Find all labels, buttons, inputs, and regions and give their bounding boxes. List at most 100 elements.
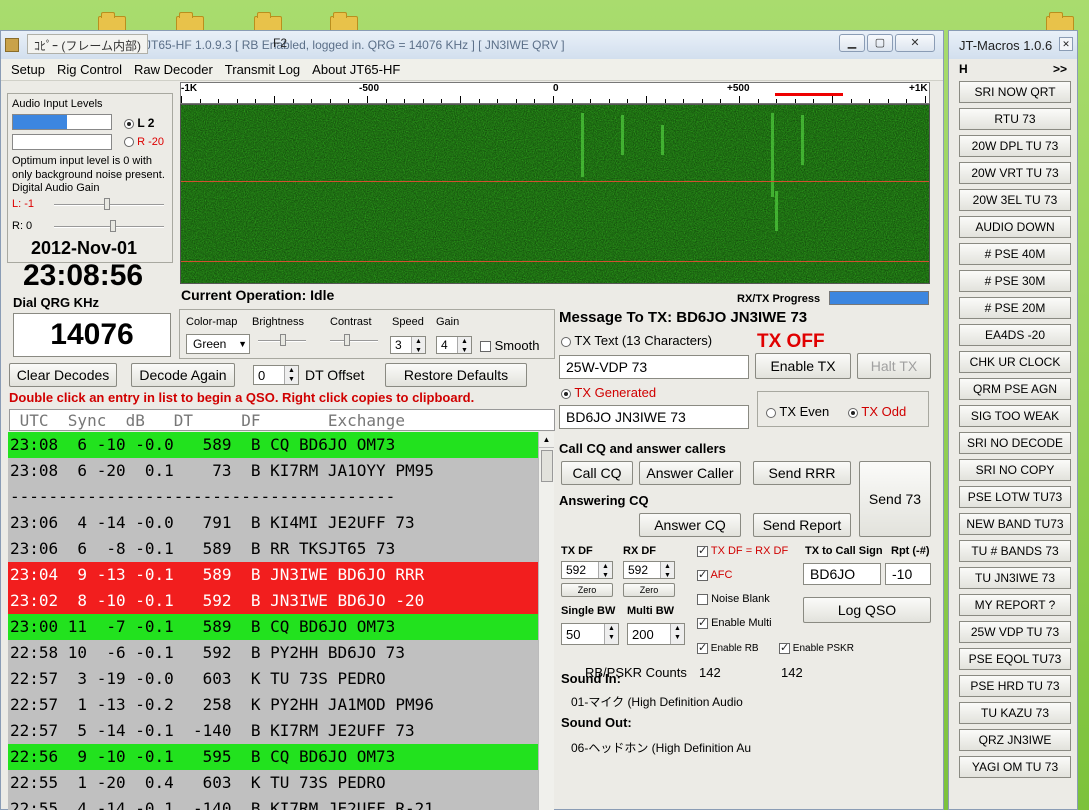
enable-multi-check[interactable] [697,616,708,629]
spinner-arrows-icon[interactable]: ▲ ▼ [411,337,425,354]
decode-row[interactable]: 22:57 3 -19 -0.0 603 K TU 73S PEDRO [8,666,538,692]
tx-generated-option[interactable]: TX Generated [561,385,656,400]
macro-button[interactable]: # PSE 20M [959,297,1071,319]
decode-row[interactable]: 23:00 11 -7 -0.1 589 B CQ BD6JO OM73 [8,614,538,640]
tx-even-option[interactable]: TX Even [766,404,829,419]
macro-button[interactable]: TU KAZU 73 [959,702,1071,724]
macro-button[interactable]: 20W VRT TU 73 [959,162,1071,184]
gain-r-thumb[interactable] [110,220,116,232]
answer-cq-button[interactable]: Answer CQ [639,513,741,537]
macro-button[interactable]: NEW BAND TU73 [959,513,1071,535]
decode-row[interactable]: 22:55 1 -20 0.4 603 K TU 73S PEDRO [8,770,538,796]
macro-button[interactable]: 20W DPL TU 73 [959,135,1071,157]
decode-list[interactable]: 23:08 6 -10 -0.0 589 B CQ BD6JO OM73 23:0… [8,432,538,810]
spinner-arrows-icon[interactable]: ▲ ▼ [670,624,684,644]
answer-caller-button[interactable]: Answer Caller [639,461,741,485]
tx-text-option[interactable]: TX Text (13 Characters) [561,333,712,348]
noise-blank-checkbox[interactable]: Noise Blank [697,593,770,605]
smooth-check[interactable] [480,341,491,353]
restore-defaults-button[interactable]: Restore Defaults [385,363,527,387]
macro-button[interactable]: SIG TOO WEAK [959,405,1071,427]
chevron-down-icon[interactable]: ▼ [238,339,247,349]
txdf-eq-rxdf-checkbox[interactable]: TX DF = RX DF [697,544,788,557]
macro-button[interactable]: 25W VDP TU 73 [959,621,1071,643]
macro-button[interactable]: # PSE 30M [959,270,1071,292]
speed-spinner[interactable]: 3 ▲ ▼ [390,336,426,354]
macro-button[interactable]: TU JN3IWE 73 [959,567,1071,589]
clear-decodes-button[interactable]: Clear Decodes [9,363,117,387]
noise-blank-check[interactable] [697,593,708,605]
enable-rb-checkbox[interactable]: Enable RB [697,641,759,654]
macro-button[interactable]: PSE EQOL TU73 [959,648,1071,670]
enable-rb-check[interactable] [697,641,708,654]
tx-generated-radio[interactable] [561,388,571,399]
capture-overlay-tab[interactable]: ｺﾋﾟｰ (フレーム内部) [27,34,148,54]
macro-button[interactable]: QRZ JN3IWE [959,729,1071,751]
contrast-slider[interactable] [330,340,378,342]
call-cq-button[interactable]: Call CQ [561,461,633,485]
smooth-checkbox[interactable]: Smooth [480,338,539,353]
macro-button[interactable]: SRI NO DECODE [959,432,1071,454]
tx-df-spinner[interactable]: 592 ▲ ▼ [561,561,613,579]
decode-row[interactable]: 22:55 4 -14 -0.1 -140 B KI7RM JE2UFF R-2… [8,796,538,810]
log-qso-button[interactable]: Log QSO [803,597,931,623]
macro-button[interactable]: EA4DS -20 [959,324,1071,346]
macro-button[interactable]: TU # BANDS 73 [959,540,1071,562]
macro-button[interactable]: SRI NOW QRT [959,81,1071,103]
tx-generated-field[interactable]: BD6JO JN3IWE 73 [559,405,749,429]
contrast-thumb[interactable] [344,334,350,346]
tx-call-sign-field[interactable]: BD6JO [803,563,881,585]
channel-r-radio[interactable] [124,137,134,148]
decode-row[interactable]: 23:06 4 -14 -0.0 791 B KI4MI JE2UFF 73 [8,510,538,536]
channel-l-radio[interactable] [124,118,134,129]
menu-item[interactable]: Rig Control [51,62,128,77]
scroll-thumb[interactable] [541,450,553,482]
maximize-button[interactable]: ▢ [867,34,893,52]
decode-row[interactable]: 22:56 9 -10 -0.1 595 B CQ BD6JO OM73 [8,744,538,770]
macro-button[interactable]: # PSE 40M [959,243,1071,265]
tx-odd-radio[interactable] [848,407,858,418]
single-bw-spinner[interactable]: 50 ▲ ▼ [561,623,619,645]
macro-button[interactable]: AUDIO DOWN [959,216,1071,238]
macro-button[interactable]: PSE HRD TU 73 [959,675,1071,697]
menu-item[interactable]: Transmit Log [219,62,306,77]
enable-pskr-check[interactable] [779,641,790,654]
rx-df-spinner[interactable]: 592 ▲ ▼ [623,561,675,579]
decode-row[interactable]: 23:04 9 -13 -0.1 589 B JN3IWE BD6JO RRR [8,562,538,588]
decode-row[interactable]: 22:57 5 -14 -0.1 -140 B KI7RM JE2UFF 73 [8,718,538,744]
multi-bw-spinner[interactable]: 200 ▲ ▼ [627,623,685,645]
rpt-field[interactable]: -10 [885,563,931,585]
decode-row[interactable]: 23:02 8 -10 -0.1 592 B JN3IWE BD6JO -20 [8,588,538,614]
decode-row[interactable]: 23:08 6 -20 0.1 73 B KI7RM JA1OYY PM95 [8,458,538,484]
gain-l-thumb[interactable] [104,198,110,210]
menu-item[interactable]: About JT65-HF [306,62,406,77]
close-button[interactable]: ✕ [895,34,935,52]
decode-list-scrollbar[interactable]: ▲ [538,432,554,810]
macro-button[interactable]: YAGI OM TU 73 [959,756,1071,778]
colormap-select[interactable]: Green ▼ [186,334,250,354]
channel-l[interactable]: L 2 [124,116,154,130]
decode-row[interactable]: 23:06 6 -8 -0.1 589 B RR TKSJT65 73 [8,536,538,562]
decode-row[interactable]: 23:08 6 -10 -0.0 589 B CQ BD6JO OM73 [8,432,538,458]
channel-r[interactable]: R -20 [124,136,164,148]
tx-odd-option[interactable]: TX Odd [848,404,906,419]
scroll-up-icon[interactable]: ▲ [539,432,554,448]
send-report-button[interactable]: Send Report [753,513,851,537]
waterfall-display[interactable] [180,104,930,284]
enable-pskr-checkbox[interactable]: Enable PSKR [779,641,854,654]
decode-row[interactable]: 22:58 10 -6 -0.1 592 B PY2HH BD6JO 73 [8,640,538,666]
spinner-arrows-icon[interactable]: ▲ ▼ [284,366,298,384]
macro-button[interactable]: QRM PSE AGN [959,378,1071,400]
tx-df-zero-button[interactable]: Zero [561,583,613,597]
brightness-thumb[interactable] [280,334,286,346]
macro-button[interactable]: CHK UR CLOCK [959,351,1071,373]
tx-text-field[interactable]: 25W-VDP 73 [559,355,749,379]
afc-checkbox[interactable]: AFC [697,568,732,581]
macro-button[interactable]: PSE LOTW TU73 [959,486,1071,508]
spinner-arrows-icon[interactable]: ▲ ▼ [660,562,674,579]
dial-qrg-field[interactable]: 14076 [13,313,171,357]
send-73-button[interactable]: Send 73 [859,461,931,537]
macro-button[interactable]: MY REPORT ? [959,594,1071,616]
macro-button[interactable]: RTU 73 [959,108,1071,130]
txdf-eq-rxdf-check[interactable] [697,544,708,557]
